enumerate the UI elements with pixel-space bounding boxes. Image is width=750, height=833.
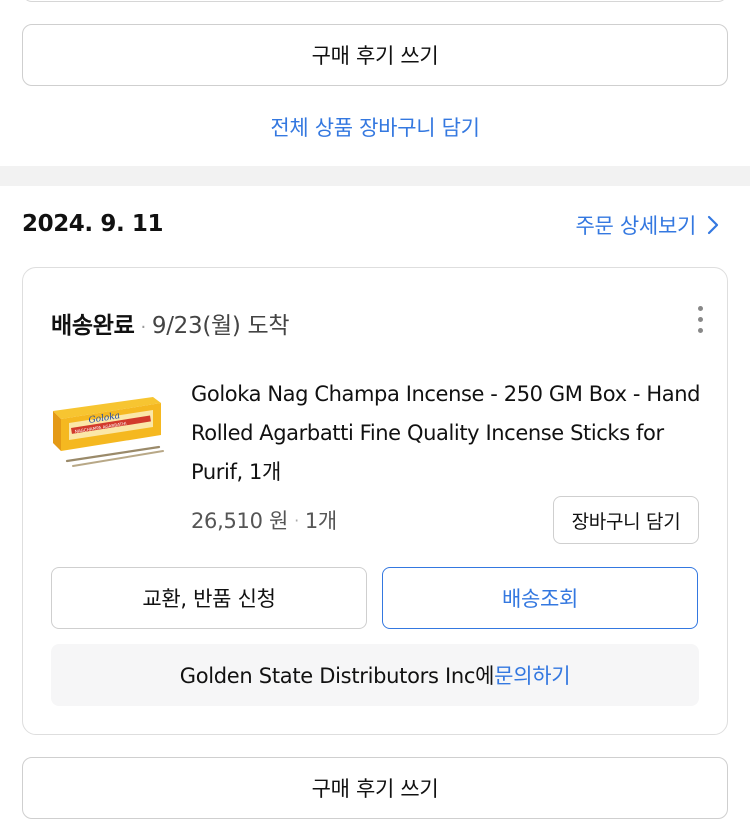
order-date: 2024. 9. 11 <box>22 211 164 237</box>
product-title[interactable]: Goloka Nag Champa Incense - 250 GM Box -… <box>191 375 711 492</box>
inquiry-link[interactable]: 문의하기 <box>494 660 570 690</box>
arrival-date: 9/23(월) 도착 <box>151 313 290 339</box>
seller-inquiry: Golden State Distributors Inc에 문의하기 <box>51 644 699 706</box>
price-separator: · <box>294 510 299 530</box>
status-separator: · <box>140 317 146 338</box>
order-detail-label: 주문 상세보기 <box>575 214 697 238</box>
status-label: 배송완료 <box>51 313 135 339</box>
product-quantity: 1개 <box>304 509 337 533</box>
more-options-icon[interactable] <box>695 306 705 336</box>
price-line: 26,510 원 · 1개 <box>191 505 337 535</box>
write-review-button-previous[interactable]: 구매 후기 쓰기 <box>22 24 728 86</box>
delivery-status: 배송완료 · 9/23(월) 도착 <box>51 306 290 340</box>
section-divider <box>0 166 750 186</box>
write-review-button[interactable]: 구매 후기 쓰기 <box>22 757 728 819</box>
chevron-right-icon <box>707 215 719 235</box>
add-to-cart-button[interactable]: 장바구니 담기 <box>553 496 699 544</box>
product-price: 26,510 원 <box>191 509 289 533</box>
add-all-to-cart-link[interactable]: 전체 상품 장바구니 담기 <box>0 112 750 142</box>
order-card: 배송완료 · 9/23(월) 도착 Goloka NAGCHAMPA AGARB… <box>22 267 728 735</box>
exchange-return-button[interactable]: 교환, 반품 신청 <box>51 567 367 629</box>
previous-order-card-edge <box>22 0 728 2</box>
track-delivery-button[interactable]: 배송조회 <box>382 567 698 629</box>
product-image[interactable]: Goloka NAGCHAMPA AGARBATHI <box>49 389 167 469</box>
seller-name: Golden State Distributors Inc에 <box>179 664 495 688</box>
order-detail-link[interactable]: 주문 상세보기 <box>576 210 721 240</box>
